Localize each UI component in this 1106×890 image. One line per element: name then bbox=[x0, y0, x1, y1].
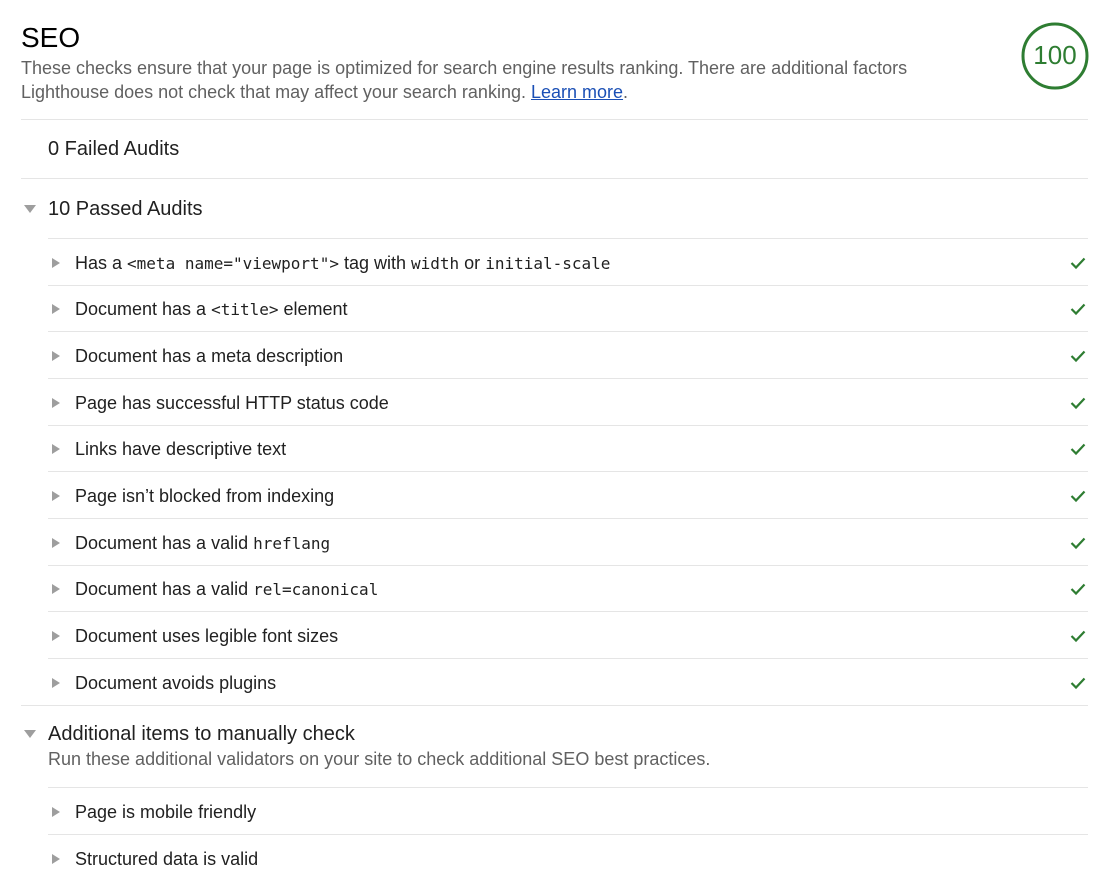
audit-title: Page isn’t blocked from indexing bbox=[75, 485, 334, 507]
triangle-right-icon[interactable] bbox=[52, 304, 60, 314]
checkmark-icon bbox=[1070, 537, 1086, 550]
audit-row[interactable]: Page isn’t blocked from indexing bbox=[48, 472, 1088, 519]
audit-title-code: rel=canonical bbox=[253, 580, 379, 599]
checkmark-icon bbox=[1070, 397, 1086, 410]
audit-row[interactable]: Structured data is valid bbox=[48, 835, 1088, 882]
checkmark-icon bbox=[1070, 583, 1086, 596]
audit-title-text: Page isn’t blocked from indexing bbox=[75, 486, 335, 506]
triangle-right-icon[interactable] bbox=[52, 538, 60, 548]
triangle-down-icon[interactable] bbox=[24, 205, 36, 213]
divider bbox=[21, 119, 1088, 120]
checkmark-icon bbox=[1070, 257, 1086, 270]
audit-title-text: Document avoids plugins bbox=[75, 673, 277, 693]
manual-group-description: Run these additional validators on your … bbox=[48, 749, 711, 769]
audit-title-text: or bbox=[459, 253, 486, 273]
audit-row[interactable]: Document has a meta description bbox=[48, 332, 1088, 379]
passed-audits-group-title[interactable]: 10 Passed Audits bbox=[48, 197, 203, 221]
audit-title: Document has a valid rel=canonical bbox=[75, 578, 378, 601]
audit-title: Document has a meta description bbox=[75, 345, 343, 367]
failed-audits-group-title[interactable]: 0 Failed Audits bbox=[48, 137, 179, 161]
audit-title-code: hreflang bbox=[253, 534, 331, 553]
audit-title-text: Document uses legible font sizes bbox=[75, 626, 339, 646]
score-gauge: 100 bbox=[1021, 22, 1089, 90]
audit-title-text: Page has successful HTTP status code bbox=[75, 393, 389, 413]
checkmark-icon bbox=[1070, 677, 1086, 690]
audit-title: Structured data is valid bbox=[75, 848, 258, 870]
audit-row[interactable]: Page is mobile friendly bbox=[48, 788, 1088, 835]
category-title: SEO bbox=[21, 22, 81, 53]
audit-title-text: element bbox=[278, 299, 348, 319]
audit-row[interactable]: Has a <meta name="viewport"> tag with wi… bbox=[48, 239, 1088, 286]
description-period: . bbox=[623, 82, 629, 102]
category-description: These checks ensure that your page is op… bbox=[21, 56, 981, 104]
triangle-right-icon[interactable] bbox=[52, 678, 60, 688]
triangle-right-icon[interactable] bbox=[52, 351, 60, 361]
checkmark-icon bbox=[1070, 630, 1086, 643]
audit-title-text: Page is mobile friendly bbox=[75, 802, 257, 822]
divider bbox=[21, 178, 1088, 179]
triangle-right-icon[interactable] bbox=[52, 807, 60, 817]
audit-title-text: Structured data is valid bbox=[75, 849, 259, 869]
audit-title-text: Document has a valid bbox=[75, 579, 254, 599]
checkmark-icon bbox=[1070, 350, 1086, 363]
audit-row[interactable]: Links have descriptive text bbox=[48, 425, 1088, 472]
category-header: SEO These checks ensure that your page i… bbox=[21, 22, 981, 104]
triangle-right-icon[interactable] bbox=[52, 491, 60, 501]
triangle-right-icon[interactable] bbox=[52, 584, 60, 594]
score-value: 100 bbox=[1033, 40, 1077, 70]
triangle-down-icon[interactable] bbox=[24, 730, 36, 738]
audit-title-code: <meta name="viewport"> bbox=[127, 254, 339, 273]
triangle-right-icon[interactable] bbox=[52, 398, 60, 408]
audit-title-text: tag with bbox=[338, 253, 411, 273]
audit-row[interactable]: Document avoids plugins bbox=[48, 659, 1088, 706]
audit-row[interactable]: Document has a valid hreflang bbox=[48, 519, 1088, 566]
audit-row[interactable]: Document uses legible font sizes bbox=[48, 612, 1088, 659]
triangle-right-icon[interactable] bbox=[52, 631, 60, 641]
audit-title: Links have descriptive text bbox=[75, 438, 286, 460]
audit-title-text: Document has a bbox=[75, 299, 212, 319]
audit-title: Page is mobile friendly bbox=[75, 801, 256, 823]
divider bbox=[21, 705, 1088, 706]
audit-title-text: Links have descriptive text bbox=[75, 439, 287, 459]
triangle-right-icon[interactable] bbox=[52, 854, 60, 864]
audit-title-code: <title> bbox=[211, 300, 279, 319]
audit-title: Document avoids plugins bbox=[75, 672, 276, 694]
description-text: These checks ensure that your page is op… bbox=[21, 58, 908, 102]
audit-title-code: width bbox=[411, 254, 460, 273]
audit-row[interactable]: Document has a <title> element bbox=[48, 285, 1088, 332]
audit-title: Document has a <title> element bbox=[75, 298, 348, 321]
audit-row[interactable]: Page has successful HTTP status code bbox=[48, 379, 1088, 426]
triangle-right-icon[interactable] bbox=[52, 444, 60, 454]
learn-more-link[interactable]: Learn more bbox=[531, 82, 623, 102]
audit-row[interactable]: Document has a valid rel=canonical bbox=[48, 565, 1088, 612]
audit-title-text: Document has a valid bbox=[75, 533, 254, 553]
audit-title-text: Document has a meta description bbox=[75, 346, 344, 366]
audit-title: Has a <meta name="viewport"> tag with wi… bbox=[75, 252, 610, 275]
audit-title: Document uses legible font sizes bbox=[75, 625, 338, 647]
audit-title-text: Has a bbox=[75, 253, 128, 273]
checkmark-icon bbox=[1070, 490, 1086, 503]
manual-group-title[interactable]: Additional items to manually check bbox=[48, 722, 355, 746]
audit-title: Document has a valid hreflang bbox=[75, 532, 330, 555]
audit-title: Page has successful HTTP status code bbox=[75, 392, 389, 414]
triangle-right-icon[interactable] bbox=[52, 258, 60, 268]
audit-title-code: initial-scale bbox=[485, 254, 611, 273]
checkmark-icon bbox=[1070, 303, 1086, 316]
checkmark-icon bbox=[1070, 443, 1086, 456]
